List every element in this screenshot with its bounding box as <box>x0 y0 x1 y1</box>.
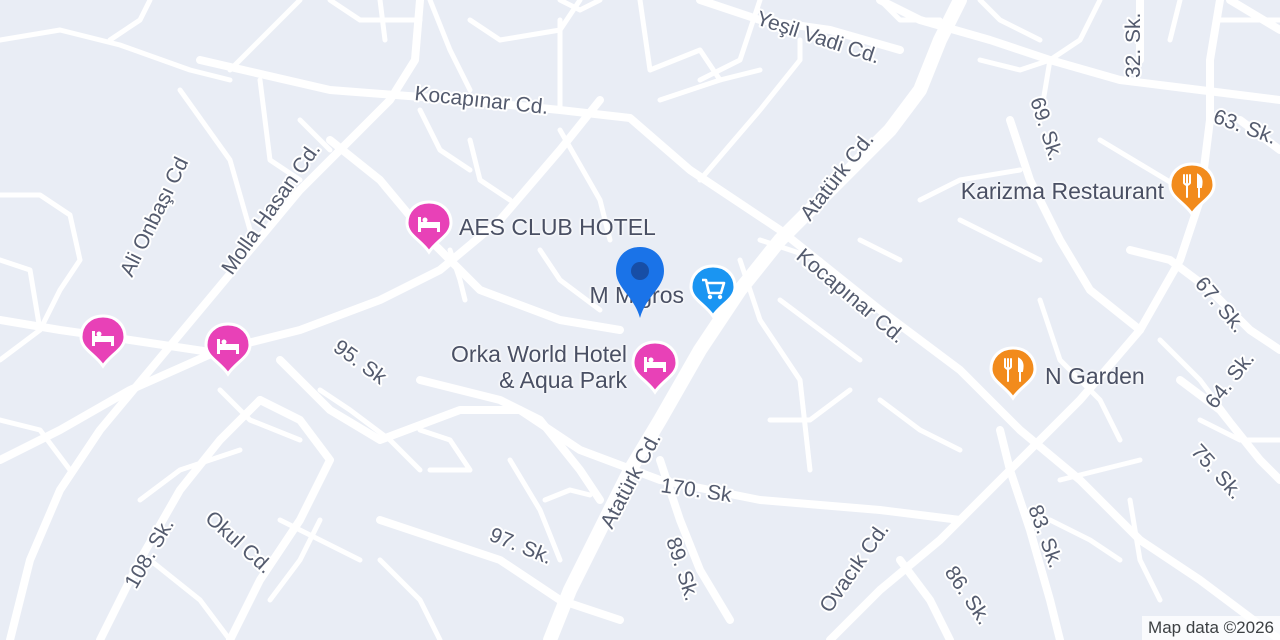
map-canvas[interactable]: Kocapınar Cd. Yeşil Vadi Cd. 32. Sk. 69.… <box>0 0 1280 640</box>
hotel-bed-icon <box>79 314 127 369</box>
street-label: Ovacık Cd. <box>815 519 893 617</box>
poi-marker-hotel[interactable] <box>78 314 128 370</box>
hotel-bed-icon <box>405 200 453 255</box>
street-label: 32. Sk. <box>1122 13 1145 78</box>
poi-marker-hotel[interactable] <box>404 200 454 256</box>
fork-knife-icon <box>1168 162 1216 217</box>
location-pin-icon <box>616 247 664 318</box>
poi-marker-hotel[interactable] <box>203 322 253 378</box>
street-label: 67. Sk. <box>1190 272 1250 337</box>
street-label: Atatürk Cd. <box>796 128 879 225</box>
shopping-cart-icon <box>689 264 737 319</box>
poi-marker-hotel[interactable] <box>630 340 680 396</box>
street-label: Kocapınar Cd. <box>792 244 910 348</box>
poi-marker-shopping[interactable] <box>688 264 738 320</box>
street-label: 86. Sk. <box>940 562 996 629</box>
hotel-bed-icon <box>631 340 679 395</box>
street-label: Kocapınar Cd. <box>413 82 549 119</box>
location-pin[interactable] <box>612 244 668 322</box>
poi-marker-restaurant[interactable] <box>988 346 1038 402</box>
street-label: 63. Sk. <box>1210 105 1279 149</box>
hotel-bed-icon <box>204 322 252 377</box>
street-label: 108. Sk. <box>120 514 178 592</box>
street-label: 75. Sk. <box>1186 440 1247 504</box>
street-label: 64. Sk. <box>1201 347 1259 413</box>
fork-knife-icon <box>989 346 1037 401</box>
street-label: Ali Onbaşı Cd <box>116 154 193 281</box>
street-label: 95. Sk <box>329 335 391 389</box>
poi-label-restaurant[interactable]: N Garden <box>1045 363 1145 389</box>
poi-label-hotel[interactable]: AES CLUB HOTEL <box>459 214 656 240</box>
map-attribution: Map data ©2026 <box>1142 616 1280 640</box>
poi-label-hotel[interactable]: Orka World Hotel & Aqua Park <box>395 341 627 393</box>
street-label: 69. Sk. <box>1025 94 1067 163</box>
poi-marker-restaurant[interactable] <box>1167 162 1217 218</box>
poi-label-restaurant[interactable]: Karizma Restaurant <box>880 178 1164 204</box>
street-label: Okul Cd. <box>201 507 277 579</box>
